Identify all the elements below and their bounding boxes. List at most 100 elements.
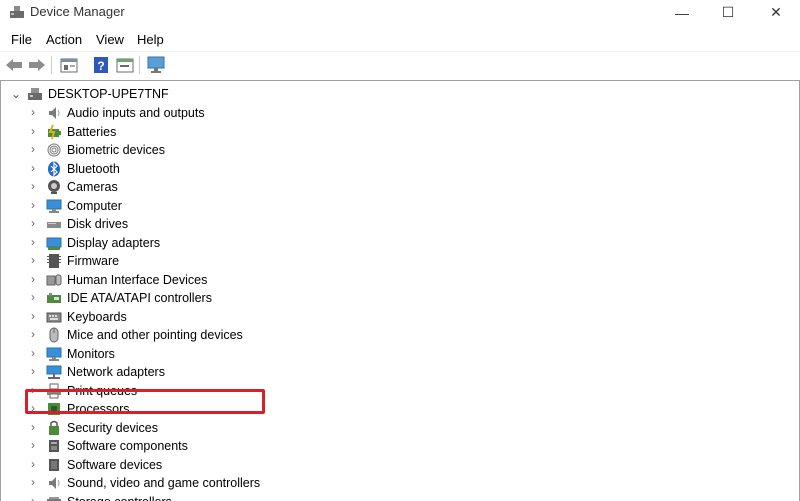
tree-item-label: Network adapters [67, 365, 165, 379]
tree-item[interactable]: › Bluetooth [1, 160, 781, 178]
tree-item[interactable]: › Audio inputs and outputs [1, 104, 781, 122]
monitor-icon [46, 346, 62, 362]
chevron-right-icon[interactable]: › [31, 290, 35, 304]
chevron-right-icon[interactable]: › [31, 179, 35, 193]
tree-item-label: Keyboards [67, 310, 127, 324]
properties-icon [60, 57, 78, 73]
tree-item[interactable]: ›Batteries [1, 123, 781, 141]
show-hidden-button[interactable] [115, 55, 135, 75]
tree-item[interactable]: › Monitors [1, 345, 781, 363]
toolbar-separator [139, 56, 140, 74]
tree-item-label: Print queues [67, 384, 137, 398]
network-icon [46, 364, 62, 380]
chevron-right-icon[interactable]: › [31, 346, 35, 360]
tree-item[interactable]: › Firmware [1, 252, 781, 270]
tree-item-label: Mice and other pointing devices [67, 328, 243, 342]
tree-item[interactable]: › Computer [1, 197, 781, 215]
tree-item-label: Cameras [67, 180, 118, 194]
chevron-right-icon[interactable]: › [31, 420, 35, 434]
tree-item[interactable]: › Cameras [1, 178, 781, 196]
tree-item[interactable]: › Biometric devices [1, 141, 781, 159]
properties-button[interactable] [59, 55, 79, 75]
back-button[interactable] [4, 55, 24, 75]
mouse-icon [46, 327, 62, 343]
chevron-right-icon[interactable]: › [31, 142, 35, 156]
tree-item[interactable]: › Keyboards [1, 308, 781, 326]
root-label: DESKTOP-UPE7TNF [48, 87, 169, 101]
tree-item[interactable]: › Disk drives [1, 215, 781, 233]
tree-item[interactable]: ›Software devices [1, 456, 781, 474]
tree-root[interactable]: ⌄ DESKTOP-UPE7TNF [1, 85, 781, 103]
tree-item-label: Monitors [67, 347, 115, 361]
chevron-right-icon[interactable]: › [31, 253, 35, 267]
tree-item-label: Disk drives [67, 217, 128, 231]
tree-item[interactable]: › Software components [1, 437, 781, 455]
keyboard-icon [46, 309, 62, 325]
tree-item-label: Software components [67, 439, 188, 453]
forward-button[interactable] [27, 55, 47, 75]
back-icon [5, 58, 23, 72]
chevron-right-icon[interactable]: › [31, 272, 35, 286]
disk-icon [46, 216, 62, 232]
computer-icon [46, 198, 62, 214]
chevron-right-icon[interactable]: › [31, 309, 35, 323]
chevron-right-icon[interactable]: › [31, 327, 35, 341]
menu-view[interactable]: View [96, 32, 124, 47]
device-manager-icon [9, 5, 25, 19]
tree-item-label: Audio inputs and outputs [67, 106, 205, 120]
menu-help[interactable]: Help [137, 32, 164, 47]
speaker-icon [46, 475, 62, 491]
firmware-icon [46, 253, 62, 269]
chevron-right-icon[interactable]: › [31, 383, 35, 397]
chevron-right-icon[interactable]: › [31, 438, 35, 452]
tree-item-label: IDE ATA/ATAPI controllers [67, 291, 212, 305]
scan-hardware-button[interactable] [146, 55, 166, 75]
chevron-right-icon[interactable]: › [31, 475, 35, 489]
tree-item-label: Computer [67, 199, 122, 213]
minimize-button[interactable]: — [659, 0, 705, 25]
tree-item[interactable]: › Display adapters [1, 234, 781, 252]
tree-item[interactable]: › Sound, video and game controllers [1, 474, 781, 492]
close-icon: ✕ [770, 4, 782, 21]
tree-item[interactable]: › IDE ATA/ATAPI controllers [1, 289, 781, 307]
close-button[interactable]: ✕ [753, 0, 799, 25]
chevron-right-icon[interactable]: › [31, 364, 35, 378]
chevron-right-icon[interactable]: › [31, 235, 35, 249]
tree-item-label: Display adapters [67, 236, 160, 250]
title-bar: Device Manager — ☐ ✕ [0, 0, 800, 25]
fingerprint-icon [46, 142, 62, 158]
tree-item-label: Firmware [67, 254, 119, 268]
scan-hardware-icon [146, 56, 166, 74]
computer-icon [27, 86, 43, 102]
menu-file[interactable]: File [11, 32, 32, 47]
security-icon [46, 420, 62, 436]
tree-item[interactable]: › Network adapters [1, 363, 781, 381]
battery-icon [46, 124, 62, 140]
chevron-right-icon[interactable]: › [31, 457, 35, 471]
chevron-right-icon[interactable]: › [31, 124, 35, 138]
tree-item-label: Bluetooth [67, 162, 120, 176]
tree-item[interactable]: ›Security devices [1, 419, 781, 437]
chevron-right-icon[interactable]: › [31, 401, 35, 415]
printer-icon [46, 383, 62, 399]
chevron-down-icon[interactable]: ⌄ [11, 87, 21, 101]
tree-item-label: Biometric devices [67, 143, 165, 157]
tree-item[interactable]: ›Processors [1, 400, 781, 418]
menu-action[interactable]: Action [46, 32, 82, 47]
maximize-button[interactable]: ☐ [705, 0, 751, 25]
ide-controller-icon [46, 290, 62, 306]
chevron-right-icon[interactable]: › [31, 216, 35, 230]
tree-item[interactable]: › Print queues [1, 382, 781, 400]
chevron-right-icon[interactable]: › [31, 105, 35, 119]
chevron-right-icon[interactable]: › [31, 161, 35, 175]
help-button[interactable]: ? [91, 55, 111, 75]
software-device-icon [46, 457, 62, 473]
toolbar: ? [0, 51, 800, 79]
tree-item[interactable]: ›Human Interface Devices [1, 271, 781, 289]
tree-item[interactable]: › Mice and other pointing devices [1, 326, 781, 344]
menu-bar: File Action View Help [0, 28, 800, 50]
forward-icon [28, 58, 46, 72]
tree-item-label: Sound, video and game controllers [67, 476, 260, 490]
display-adapter-icon [46, 235, 62, 251]
chevron-right-icon[interactable]: › [31, 198, 35, 212]
